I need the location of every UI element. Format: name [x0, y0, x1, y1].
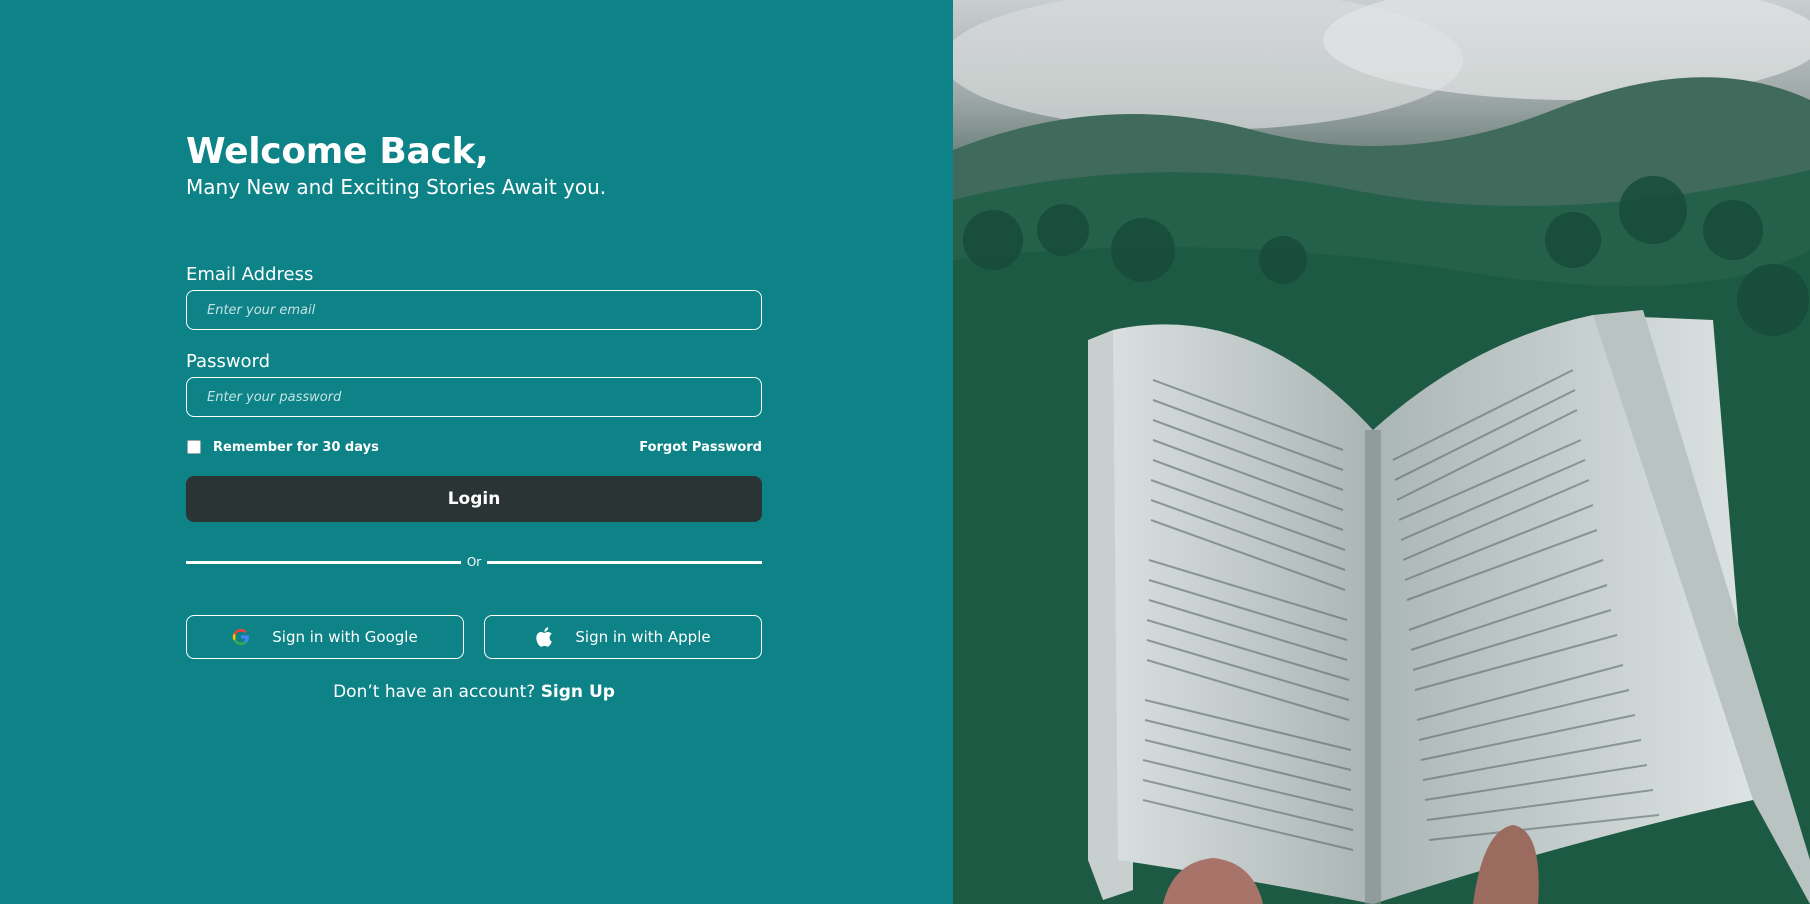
password-field-wrapper [186, 377, 762, 417]
remember-label: Remember for 30 days [213, 439, 379, 455]
login-panel: Welcome Back, Many New and Exciting Stor… [0, 0, 955, 904]
remember-me[interactable]: Remember for 30 days [186, 440, 379, 455]
book-landscape-illustration [953, 0, 1810, 904]
password-field[interactable] [186, 377, 762, 417]
signup-link[interactable]: Sign Up [541, 682, 615, 702]
login-form: Welcome Back, Many New and Exciting Stor… [186, 130, 763, 702]
hero-image [953, 0, 1810, 904]
email-label: Email Address [186, 264, 314, 285]
apple-signin-button[interactable]: Sign in with Apple [484, 615, 762, 659]
page-title: Welcome Back, [186, 131, 489, 172]
google-signin-button[interactable]: Sign in with Google [186, 615, 464, 659]
forgot-password-link[interactable]: Forgot Password [639, 440, 762, 455]
email-field-wrapper [186, 290, 762, 330]
apple-signin-label: Sign in with Apple [575, 628, 711, 646]
form-options: Remember for 30 days Forgot Password [186, 437, 762, 457]
divider-line-left [186, 560, 461, 564]
google-icon [232, 628, 250, 646]
divider-line-right [487, 560, 763, 564]
remember-checkbox[interactable] [187, 440, 201, 454]
page-subtitle: Many New and Exciting Stories Await you. [186, 175, 607, 199]
password-label: Password [186, 351, 271, 372]
signup-prompt: Don’t have an account? Sign Up [186, 681, 762, 703]
google-signin-label: Sign in with Google [272, 628, 418, 646]
social-login: Sign in with Google Sign in with Apple [186, 615, 762, 659]
apple-icon [535, 627, 553, 647]
signup-text: Don’t have an account? [333, 682, 536, 702]
email-field[interactable] [186, 290, 762, 330]
or-divider: Or [186, 554, 763, 570]
divider-label: Or [466, 555, 482, 569]
login-button[interactable]: Login [186, 476, 762, 522]
